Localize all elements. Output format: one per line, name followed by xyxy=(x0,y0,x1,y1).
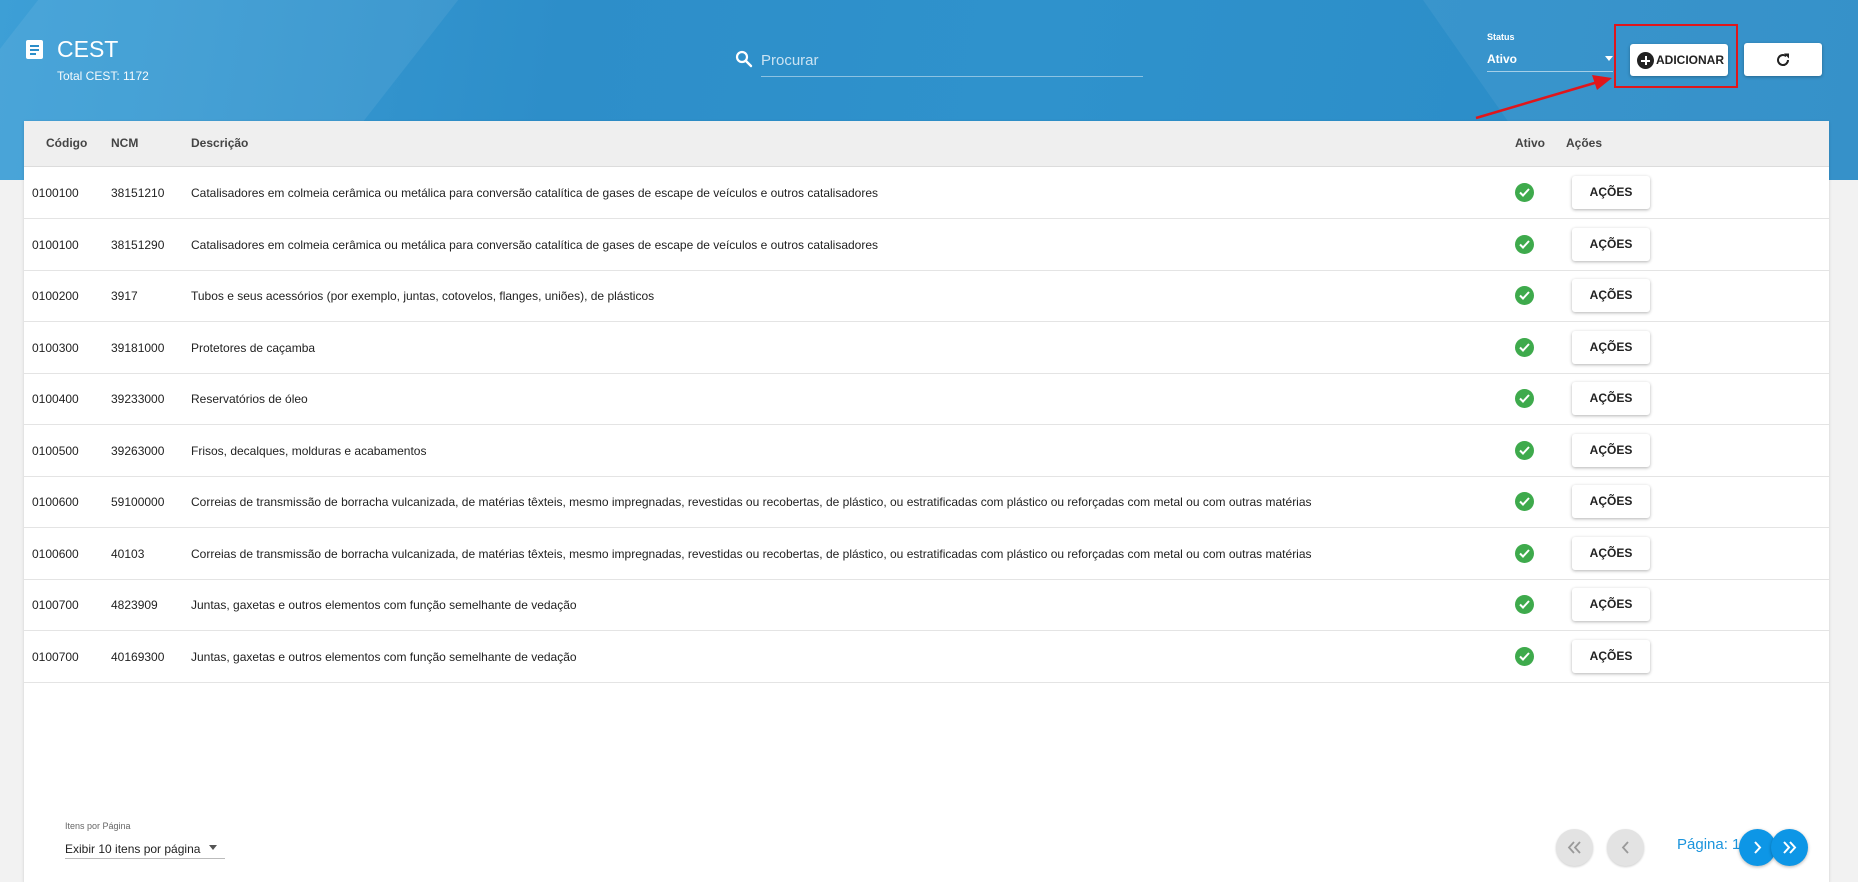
cell-descricao: Juntas, gaxetas e outros elementos com f… xyxy=(191,649,577,664)
active-check-icon xyxy=(1515,492,1534,511)
previous-page-button[interactable] xyxy=(1607,829,1644,866)
cell-codigo: 0100500 xyxy=(32,443,79,458)
items-per-page-label: Itens por Página xyxy=(65,821,131,831)
column-header-acoes: Ações xyxy=(1566,136,1603,150)
cell-descricao: Protetores de caçamba xyxy=(191,340,316,355)
column-header-codigo[interactable]: Código xyxy=(46,136,87,150)
cell-codigo: 0100300 xyxy=(32,340,79,355)
dropdown-caret-icon xyxy=(1605,56,1613,61)
cest-table-card: Código NCM Descrição Ativo Ações 0100100… xyxy=(24,121,1829,882)
table-row: 0100100 38151290 Catalisadores em colmeia … xyxy=(24,219,1829,271)
actions-button[interactable]: AÇÕES xyxy=(1572,279,1650,312)
cell-descricao: Catalisadores em colmeia cerâmica ou met… xyxy=(191,186,879,200)
active-check-icon xyxy=(1515,389,1534,408)
cell-descricao: Juntas, gaxetas e outros elementos com f… xyxy=(191,598,577,612)
status-select[interactable]: Status Ativo xyxy=(1487,32,1613,72)
cell-codigo: 0100700 xyxy=(32,598,79,612)
active-check-icon xyxy=(1515,595,1534,614)
double-chevron-left-icon xyxy=(1567,841,1581,854)
cell-codigo: 0100400 xyxy=(32,392,79,406)
column-header-ativo[interactable]: Ativo xyxy=(1515,136,1545,150)
last-page-button[interactable] xyxy=(1771,829,1808,866)
table-row: 0100600 59100000 Correias de transmissão d… xyxy=(24,476,1829,528)
cell-descricao: Reservatórios de óleo xyxy=(191,392,308,406)
actions-button[interactable]: AÇÕES xyxy=(1572,485,1650,518)
search-input[interactable] xyxy=(761,44,1143,77)
active-check-icon xyxy=(1515,646,1534,666)
cell-codigo: 0100600 xyxy=(32,495,79,509)
cell-ncm: 38151290 xyxy=(111,237,165,252)
cell-codigo: 0100100 xyxy=(32,186,79,200)
add-button-label: ADICIONAR xyxy=(1656,53,1724,67)
cell-descricao: Correias de transmissão de borracha vulc… xyxy=(191,495,1312,509)
document-icon xyxy=(26,40,43,59)
chevron-right-icon xyxy=(1754,841,1762,854)
active-check-icon xyxy=(1515,286,1534,305)
add-button[interactable]: ADICIONAR xyxy=(1630,44,1728,76)
cell-ncm: 39233000 xyxy=(111,392,165,406)
table-row: 0100600 40103 Correias de transmissão de b… xyxy=(24,528,1829,580)
cell-ncm: 40103 xyxy=(111,546,145,561)
cell-ncm: 39263000 xyxy=(111,443,165,458)
column-header-descricao[interactable]: Descrição xyxy=(191,136,248,150)
cell-ncm: 4823909 xyxy=(111,598,158,612)
refresh-icon xyxy=(1777,53,1790,66)
active-check-icon xyxy=(1515,183,1534,202)
table-header: Código NCM Descrição Ativo Ações xyxy=(24,121,1829,167)
table-row: 0100300 39181000 Protetores de caçamba AÇÕE… xyxy=(24,322,1829,374)
actions-button[interactable]: AÇÕES xyxy=(1572,433,1650,467)
cell-codigo: 0100100 xyxy=(32,237,79,252)
cell-descricao: Correias de transmissão de borracha vulc… xyxy=(191,546,1312,561)
total-count: Total CEST: 1172 xyxy=(57,69,149,83)
actions-button[interactable]: AÇÕES xyxy=(1572,176,1650,209)
search-icon xyxy=(735,50,753,68)
table-row: 0100700 40169300 Juntas, gaxetas e outros … xyxy=(24,631,1829,683)
cell-ncm: 40169300 xyxy=(111,649,165,664)
cell-ncm: 59100000 xyxy=(111,495,165,509)
cell-codigo: 0100600 xyxy=(32,546,79,561)
cell-ncm: 39181000 xyxy=(111,340,165,355)
actions-button[interactable]: AÇÕES xyxy=(1572,588,1650,621)
add-circle-icon xyxy=(1637,52,1654,69)
actions-button[interactable]: AÇÕES xyxy=(1572,382,1650,415)
items-per-page-underline xyxy=(65,858,225,859)
active-check-icon xyxy=(1515,337,1534,357)
cell-codigo: 0100700 xyxy=(32,649,79,664)
dropdown-caret-icon xyxy=(209,845,217,850)
cell-descricao: Frisos, decalques, molduras e acabamento… xyxy=(191,443,427,458)
status-label: Status xyxy=(1487,32,1515,42)
table-row: 0100700 4823909 Juntas, gaxetas e outros e… xyxy=(24,579,1829,631)
status-value: Ativo xyxy=(1487,52,1517,66)
page-title: CEST xyxy=(57,36,119,62)
cell-ncm: 38151210 xyxy=(111,186,165,200)
annotation-arrow xyxy=(1475,75,1612,120)
double-chevron-right-icon xyxy=(1783,841,1797,854)
chevron-left-icon xyxy=(1621,841,1629,854)
cell-codigo: 0100200 xyxy=(32,289,79,303)
first-page-button[interactable] xyxy=(1556,829,1593,866)
current-page-label: Página: 1 xyxy=(1677,836,1741,853)
column-header-ncm[interactable]: NCM xyxy=(111,136,138,150)
active-check-icon xyxy=(1515,440,1534,460)
table-row: 0100100 38151210 Catalisadores em colmeia … xyxy=(24,167,1829,219)
table-row: 0100500 39263000 Frisos, decalques, moldur… xyxy=(24,425,1829,477)
items-per-page-value: Exibir 10 itens por página xyxy=(65,842,201,856)
search-bar xyxy=(733,44,1143,78)
refresh-button[interactable] xyxy=(1744,43,1822,76)
actions-button[interactable]: AÇÕES xyxy=(1572,639,1650,673)
cell-descricao: Catalisadores em colmeia cerâmica ou met… xyxy=(191,237,879,252)
cell-ncm: 3917 xyxy=(111,289,138,303)
actions-button[interactable]: AÇÕES xyxy=(1572,330,1650,364)
active-check-icon xyxy=(1515,234,1534,254)
actions-button[interactable]: AÇÕES xyxy=(1572,227,1650,261)
table-row: 0100400 39233000 Reservatórios de óleo AÇÕE… xyxy=(24,373,1829,425)
table-row: 0100200 3917 Tubos e seus acessórios (por … xyxy=(24,270,1829,322)
active-check-icon xyxy=(1515,543,1534,563)
cell-descricao: Tubos e seus acessórios (por exemplo, ju… xyxy=(191,289,655,303)
items-per-page-select[interactable]: Itens por Página Exibir 10 itens por pág… xyxy=(65,821,225,859)
actions-button[interactable]: AÇÕES xyxy=(1572,536,1650,570)
